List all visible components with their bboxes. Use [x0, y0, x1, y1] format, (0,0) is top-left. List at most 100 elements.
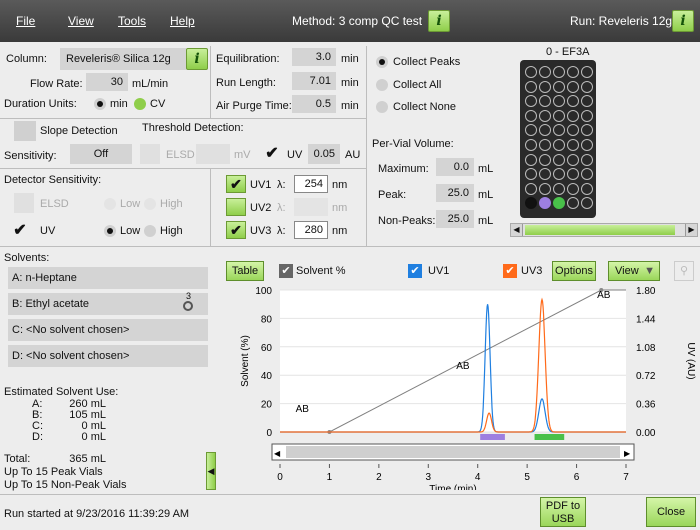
vial-slot[interactable] [525, 153, 537, 166]
solvent-a-select[interactable]: A: n-Heptane [8, 267, 208, 289]
vial-slot[interactable] [539, 95, 551, 108]
threshold-uv-checkbox[interactable]: ✔ [262, 144, 282, 162]
vial-slot[interactable] [567, 168, 579, 181]
duration-cv-radio[interactable] [134, 98, 146, 110]
vial-slot[interactable] [567, 197, 579, 210]
vial-slot[interactable] [567, 139, 579, 151]
vial-slot[interactable] [553, 197, 565, 210]
threshold-elsd-field[interactable] [196, 144, 230, 164]
vial-slot[interactable] [553, 124, 565, 137]
vial-slot[interactable] [539, 124, 551, 137]
vial-slot[interactable] [553, 139, 565, 151]
equilibration-field[interactable]: 3.0 [292, 48, 336, 66]
vial-slot[interactable] [567, 124, 579, 137]
vial-slot[interactable] [525, 80, 537, 93]
collect-peaks-radio[interactable] [376, 56, 388, 68]
vial-rack[interactable] [520, 60, 596, 218]
vial-slot[interactable] [567, 182, 579, 195]
pdf-to-usb-button[interactable]: PDF to USB [540, 497, 586, 527]
vial-slot[interactable] [539, 153, 551, 166]
options-button[interactable]: Options [552, 261, 596, 281]
vial-slot[interactable] [525, 197, 537, 210]
collect-all-radio[interactable] [376, 79, 388, 91]
table-button[interactable]: Table [226, 261, 264, 281]
vial-slot[interactable] [525, 139, 537, 151]
uv2-wavelength-field[interactable] [294, 198, 328, 216]
run-info-button[interactable]: i [672, 10, 694, 32]
scroll-thumb[interactable] [525, 225, 675, 235]
air-purge-field[interactable]: 0.5 [292, 95, 336, 113]
uv1-trace-checkbox[interactable]: ✔ [408, 264, 422, 278]
vial-slot[interactable] [525, 124, 537, 137]
vial-slot[interactable] [567, 109, 579, 122]
uv3-checkbox[interactable]: ✔ [226, 221, 246, 239]
solvent-c-select[interactable]: C: <No solvent chosen> [8, 319, 208, 341]
column-select[interactable]: Reveleris® Silica 12g [60, 48, 186, 70]
vial-slot[interactable] [539, 80, 551, 93]
zoom-icon[interactable]: ⚲ [674, 261, 694, 281]
detector-uv-checkbox[interactable]: ✔ [10, 221, 30, 239]
slope-detection-checkbox[interactable] [14, 121, 36, 141]
threshold-uv-field[interactable]: 0.05 [308, 144, 340, 164]
vial-slot[interactable] [525, 182, 537, 195]
close-button[interactable]: Close [646, 497, 696, 527]
run-length-field[interactable]: 7.01 [292, 72, 336, 90]
uv2-checkbox[interactable] [226, 198, 246, 216]
menu-view[interactable]: View [68, 14, 94, 28]
vial-slot[interactable] [581, 182, 593, 195]
vial-slot[interactable] [539, 182, 551, 195]
vial-slot[interactable] [553, 95, 565, 108]
solvent-pct-checkbox[interactable]: ✔ [279, 264, 293, 278]
method-info-button[interactable]: i [428, 10, 450, 32]
vial-slot[interactable] [581, 139, 593, 151]
vial-slot[interactable] [553, 168, 565, 181]
uv1-checkbox[interactable]: ✔ [226, 175, 246, 193]
menu-help[interactable]: Help [170, 14, 195, 28]
vial-slot[interactable] [581, 124, 593, 137]
vial-slot[interactable] [539, 139, 551, 151]
scroll-right-icon[interactable]: ▶ [685, 224, 697, 236]
solvent-b-select[interactable]: B: Ethyl acetate [8, 293, 208, 315]
vial-slot[interactable] [553, 109, 565, 122]
vial-slot[interactable] [567, 66, 579, 78]
solvent-d-select[interactable]: D: <No solvent chosen> [8, 345, 208, 367]
vial-slot[interactable] [567, 95, 579, 108]
vial-slot[interactable] [539, 197, 551, 210]
duration-min-radio[interactable] [94, 98, 106, 110]
uv3-wavelength-field[interactable]: 280 [294, 221, 328, 239]
chromatogram-chart[interactable]: 0 20 40 60 80 100 0.00 0.36 0.72 1.08 1.44 1.80 0 1 2 3… [216, 284, 700, 490]
vial-slot[interactable] [553, 66, 565, 78]
flow-rate-field[interactable]: 30 [86, 73, 128, 91]
sensitivity-select[interactable]: Off [70, 144, 132, 164]
vial-slot[interactable] [525, 66, 537, 78]
scroll-left-icon[interactable]: ◀ [511, 224, 523, 236]
vial-slot[interactable] [539, 66, 551, 78]
rack-scrollbar[interactable]: ◀ ▶ [510, 223, 698, 237]
detector-elsd-checkbox[interactable] [14, 193, 34, 213]
vial-slot[interactable] [581, 109, 593, 122]
vial-slot[interactable] [525, 95, 537, 108]
vial-slot[interactable] [553, 153, 565, 166]
view-button[interactable]: View ▼ [608, 261, 660, 281]
peak-field[interactable]: 25.0 [436, 184, 474, 202]
column-info-button[interactable]: i [186, 48, 208, 70]
vial-slot[interactable] [567, 153, 579, 166]
vial-slot[interactable] [581, 197, 593, 210]
vial-slot[interactable] [581, 168, 593, 181]
vial-slot[interactable] [581, 80, 593, 93]
uv-low-radio[interactable] [104, 225, 116, 237]
non-peaks-field[interactable]: 25.0 [436, 210, 474, 228]
vial-slot[interactable] [539, 109, 551, 122]
menu-tools[interactable]: Tools [118, 14, 146, 28]
uv1-wavelength-field[interactable]: 254 [294, 175, 328, 193]
vial-slot[interactable] [553, 182, 565, 195]
threshold-elsd-checkbox[interactable] [140, 144, 160, 164]
collect-none-radio[interactable] [376, 101, 388, 113]
collapse-panel-button[interactable]: ◀ [206, 452, 216, 490]
vial-slot[interactable] [581, 95, 593, 108]
menu-file[interactable]: File [16, 14, 35, 28]
elsd-low-radio[interactable] [104, 198, 116, 210]
vial-slot[interactable] [581, 66, 593, 78]
vial-slot[interactable] [567, 80, 579, 93]
uv-high-radio[interactable] [144, 225, 156, 237]
